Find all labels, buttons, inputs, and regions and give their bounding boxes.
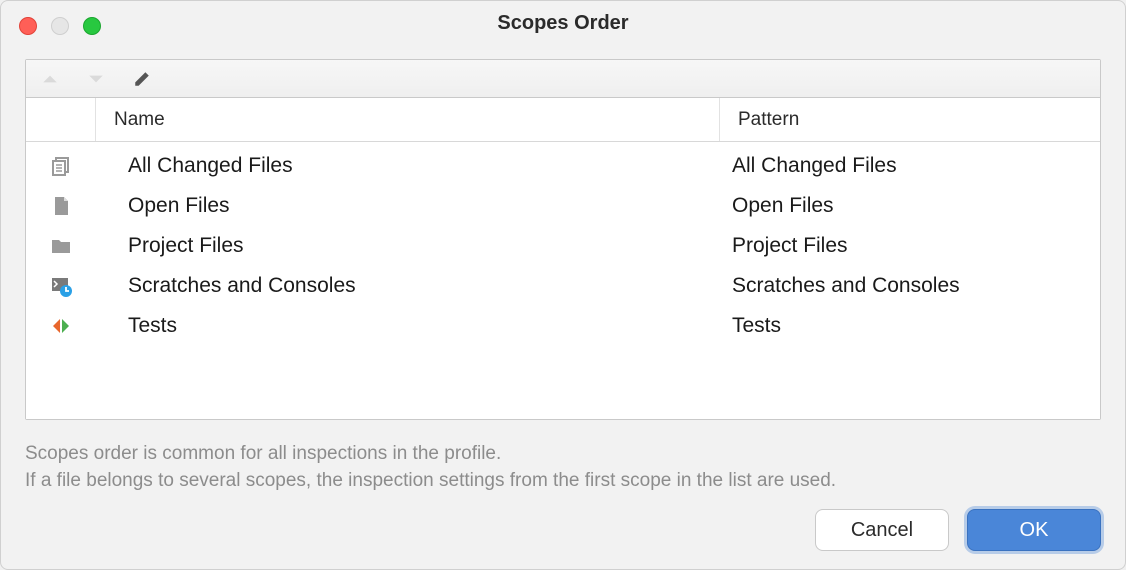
test-arrows-icon	[49, 314, 73, 338]
row-pattern: Tests	[720, 314, 1100, 338]
table-row[interactable]: All Changed Files All Changed Files	[26, 146, 1100, 186]
row-pattern: Scratches and Consoles	[720, 274, 1100, 298]
page-fold-icon	[49, 194, 73, 218]
row-icon	[26, 194, 96, 218]
maximize-window-button[interactable]	[83, 17, 101, 35]
close-window-button[interactable]	[19, 17, 37, 35]
minimize-window-button[interactable]	[51, 17, 69, 35]
row-icon	[26, 234, 96, 258]
dialog-title: Scopes Order	[1, 12, 1125, 35]
dialog-footer: Cancel OK	[1, 495, 1125, 569]
table-row[interactable]: Open Files Open Files	[26, 186, 1100, 226]
chevron-up-icon	[41, 70, 59, 88]
column-header-name[interactable]: Name	[96, 98, 720, 141]
window-controls	[19, 17, 101, 35]
hint-line1: Scopes order is common for all inspectio…	[25, 440, 1101, 468]
table-row[interactable]: Scratches and Consoles Scratches and Con…	[26, 266, 1100, 306]
row-icon	[26, 314, 96, 338]
column-header-icon	[26, 98, 96, 141]
row-icon	[26, 274, 96, 298]
dialog-content: Name Pattern All Changed Files	[1, 47, 1125, 428]
table-row[interactable]: Tests Tests	[26, 306, 1100, 346]
move-up-button[interactable]	[36, 65, 64, 93]
chevron-down-icon	[87, 70, 105, 88]
row-icon	[26, 154, 96, 178]
row-pattern: Open Files	[720, 194, 1100, 218]
hint-text: Scopes order is common for all inspectio…	[1, 428, 1125, 495]
row-name: Tests	[96, 314, 720, 338]
ok-button[interactable]: OK	[967, 509, 1101, 551]
row-pattern: All Changed Files	[720, 154, 1100, 178]
pencil-icon	[133, 70, 151, 88]
doc-stack-icon	[49, 154, 73, 178]
table-body: All Changed Files All Changed Files Open…	[26, 142, 1100, 419]
scopes-panel: Name Pattern All Changed Files	[25, 59, 1101, 420]
row-name: Scratches and Consoles	[96, 274, 720, 298]
toolbar	[26, 60, 1100, 98]
table-row[interactable]: Project Files Project Files	[26, 226, 1100, 266]
table-header: Name Pattern	[26, 98, 1100, 142]
row-name: Project Files	[96, 234, 720, 258]
edit-button[interactable]	[128, 65, 156, 93]
titlebar: Scopes Order	[1, 1, 1125, 47]
row-name: Open Files	[96, 194, 720, 218]
row-pattern: Project Files	[720, 234, 1100, 258]
terminal-clock-icon	[49, 274, 73, 298]
move-down-button[interactable]	[82, 65, 110, 93]
cancel-button[interactable]: Cancel	[815, 509, 949, 551]
row-name: All Changed Files	[96, 154, 720, 178]
dialog-window: Scopes Order Name Pattern	[0, 0, 1126, 570]
column-header-pattern[interactable]: Pattern	[720, 98, 1100, 141]
hint-line2: If a file belongs to several scopes, the…	[25, 467, 1101, 495]
folder-icon	[49, 234, 73, 258]
